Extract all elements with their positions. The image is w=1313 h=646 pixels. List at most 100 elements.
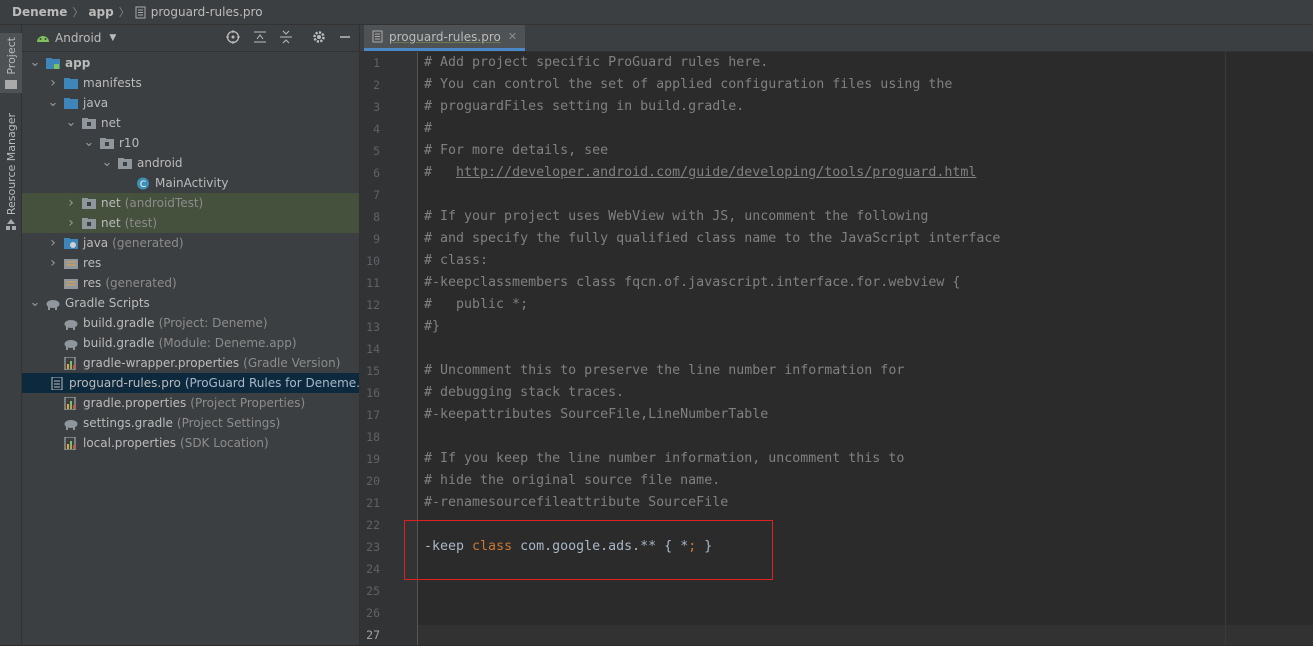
view-mode-selector[interactable]: Android (55, 31, 101, 45)
line-number: 4 (373, 122, 380, 136)
code-line: #-renamesourcefileattribute SourceFile (424, 492, 728, 514)
line-number: 23 (366, 540, 380, 554)
class-icon: C (137, 177, 149, 190)
res-folder-icon (64, 258, 78, 269)
project-tool-tab[interactable]: Project (0, 33, 22, 93)
line-number: 3 (373, 100, 380, 114)
expand-all-icon[interactable] (253, 30, 267, 44)
tree-item[interactable]: › net (test) (22, 213, 359, 233)
code-line: # and specify the fully qualified class … (424, 228, 1000, 250)
tree-item-label: net (101, 216, 121, 230)
tree-item-label: java (83, 96, 109, 110)
navigation-bar: Deneme 〉 app 〉 proguard-rules.pro (0, 0, 1313, 25)
tree-item[interactable]: local.properties (SDK Location) (22, 433, 359, 453)
tree-item-hint: (generated) (105, 276, 177, 290)
code-comment: #-renamesourcefileattribute SourceFile (424, 495, 729, 510)
code-line: # If you keep the line number informatio… (424, 448, 904, 470)
line-number: 6 (373, 166, 380, 180)
breadcrumb-project[interactable]: Deneme (12, 5, 67, 19)
tree-item-hint: (Project Properties) (190, 396, 306, 410)
chevron-right-icon[interactable]: › (64, 215, 78, 231)
chevron-right-icon: 〉 (72, 6, 84, 19)
chevron-down-icon[interactable]: ⌄ (100, 156, 114, 169)
documentation-link[interactable]: http://developer.android.com/guide/devel… (456, 165, 976, 180)
tree-item[interactable]: ⌄ android (22, 153, 359, 173)
code-comment: # hide the original source file name. (424, 473, 721, 488)
code-comment: # class: (424, 253, 489, 268)
chevron-right-icon[interactable]: › (46, 255, 60, 271)
gradle-icon (64, 339, 78, 350)
code-comment: #} (424, 319, 441, 334)
chevron-down-icon[interactable]: ⌄ (46, 96, 60, 109)
package-icon (118, 157, 132, 169)
tree-item-label: MainActivity (155, 176, 229, 190)
generated-folder-icon (64, 237, 78, 249)
line-number: 9 (373, 232, 380, 246)
tool-window-stripe: Project Resource Manager (0, 25, 22, 645)
line-number: 24 (366, 562, 380, 576)
line-number: 15 (366, 364, 380, 378)
gear-icon[interactable] (312, 30, 326, 44)
tree-item[interactable]: › res (22, 253, 359, 273)
tree-item[interactable]: ⌄ app (22, 53, 359, 73)
tree-item[interactable]: gradle.properties (Project Properties) (22, 393, 359, 413)
code-comment: # (424, 121, 433, 136)
text-file-icon (51, 376, 63, 390)
tree-item[interactable]: › manifests (22, 73, 359, 93)
tree-item[interactable]: ⌄ java (22, 93, 359, 113)
tree-item[interactable]: › net (androidTest) (22, 193, 359, 213)
package-icon (82, 117, 96, 129)
breadcrumb-module[interactable]: app (88, 5, 113, 19)
tree-item[interactable]: C MainActivity (22, 173, 359, 193)
gradle-icon (64, 319, 78, 330)
chevron-down-icon[interactable]: ⌄ (28, 296, 42, 309)
minimize-icon[interactable] (338, 30, 352, 44)
tree-item-hint: (Gradle Version) (243, 356, 341, 370)
locate-file-icon[interactable] (226, 30, 240, 44)
chevron-right-icon[interactable]: › (64, 195, 78, 211)
tree-item[interactable]: ⌄ Gradle Scripts (22, 293, 359, 313)
tree-item[interactable]: ⌄ r10 (22, 133, 359, 153)
close-icon[interactable]: ✕ (508, 30, 517, 43)
code-comment: # If you keep the line number informatio… (424, 451, 905, 466)
tree-item[interactable]: ⌄ net (22, 113, 359, 133)
code-comment: # You can control the set of applied con… (424, 77, 953, 92)
editor-tab-proguard-rules[interactable]: proguard-rules.pro ✕ (364, 25, 526, 51)
line-number: 2 (373, 78, 380, 92)
collapse-all-icon[interactable] (279, 30, 293, 44)
tree-item-hint: (androidTest) (124, 196, 204, 210)
breadcrumb-file[interactable]: proguard-rules.pro (135, 5, 263, 19)
code-line: # If your project uses WebView with JS, … (424, 206, 928, 228)
text-file-icon (135, 6, 146, 18)
tree-item[interactable]: gradle-wrapper.properties (Gradle Version… (22, 353, 359, 373)
android-icon (37, 36, 49, 42)
tree-item[interactable]: build.gradle (Module: Deneme.app) (22, 333, 359, 353)
gradle-icon (46, 299, 60, 310)
chevron-down-icon[interactable]: ⌄ (28, 56, 42, 69)
resource-manager-tool-tab[interactable]: Resource Manager (0, 109, 22, 235)
project-panel-toolbar: Android ▼ (22, 25, 359, 52)
folder-icon (64, 97, 78, 109)
code-comment: # If your project uses WebView with JS, … (424, 209, 929, 224)
tree-item[interactable]: build.gradle (Project: Deneme) (22, 313, 359, 333)
chevron-down-icon[interactable]: ▼ (109, 33, 116, 43)
text-file-icon (372, 30, 383, 43)
code-line: # You can control the set of applied con… (424, 74, 952, 96)
tree-item[interactable]: proguard-rules.pro (ProGuard Rules for De… (22, 373, 359, 393)
chevron-down-icon[interactable]: ⌄ (82, 136, 96, 149)
line-number: 25 (366, 584, 380, 598)
code-line: # For more details, see (424, 140, 608, 162)
tree-item[interactable]: settings.gradle (Project Settings) (22, 413, 359, 433)
chevron-down-icon[interactable]: ⌄ (64, 116, 78, 129)
code-line: # (424, 118, 432, 140)
tree-item-label: settings.gradle (83, 416, 173, 430)
chevron-right-icon[interactable]: › (46, 75, 60, 91)
tree-item[interactable]: res (generated) (22, 273, 359, 293)
tree-item-label: java (83, 236, 109, 250)
tree-item-label: manifests (83, 76, 142, 90)
folder-icon (64, 77, 78, 89)
tree-item-label: gradle.properties (83, 396, 187, 410)
tree-item[interactable]: › java (generated) (22, 233, 359, 253)
chevron-right-icon[interactable]: › (46, 235, 60, 251)
line-number: 22 (366, 518, 380, 532)
